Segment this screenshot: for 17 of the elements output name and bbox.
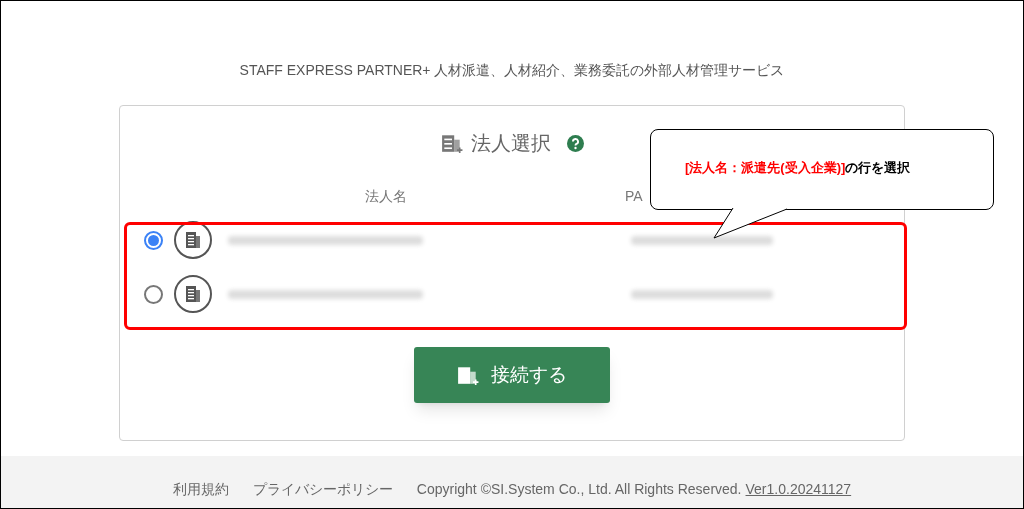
card-title: 法人選択 <box>470 131 551 156</box>
help-icon[interactable] <box>566 134 584 152</box>
callout-text: [法人名：派遣先(受入企業)]の行を選択 <box>685 159 911 177</box>
building-avatar <box>174 221 212 259</box>
tagline: STAFF EXPRESS PARTNER+ 人材派遣、人材紹介、業務委託の外部人材管理サービス <box>239 61 785 80</box>
building-icon <box>457 365 479 385</box>
radio-button[interactable] <box>144 284 163 304</box>
footer-link[interactable]: プライバシーポリシー <box>252 478 393 500</box>
copyright-text: Copyright ©SI.System Co., Ltd. All Rights Reserved. <box>416 479 742 499</box>
connect-button[interactable]: 接続する <box>414 347 610 403</box>
column-header: 法人名 <box>365 187 407 206</box>
radio-button[interactable] <box>144 230 163 250</box>
version-link[interactable]: Ver1.0.20241127 <box>745 478 852 500</box>
building-icon <box>440 133 463 153</box>
footer-link[interactable]: 利用規約 <box>172 478 229 500</box>
building-avatar <box>174 275 212 313</box>
column-header: PA <box>625 187 643 206</box>
